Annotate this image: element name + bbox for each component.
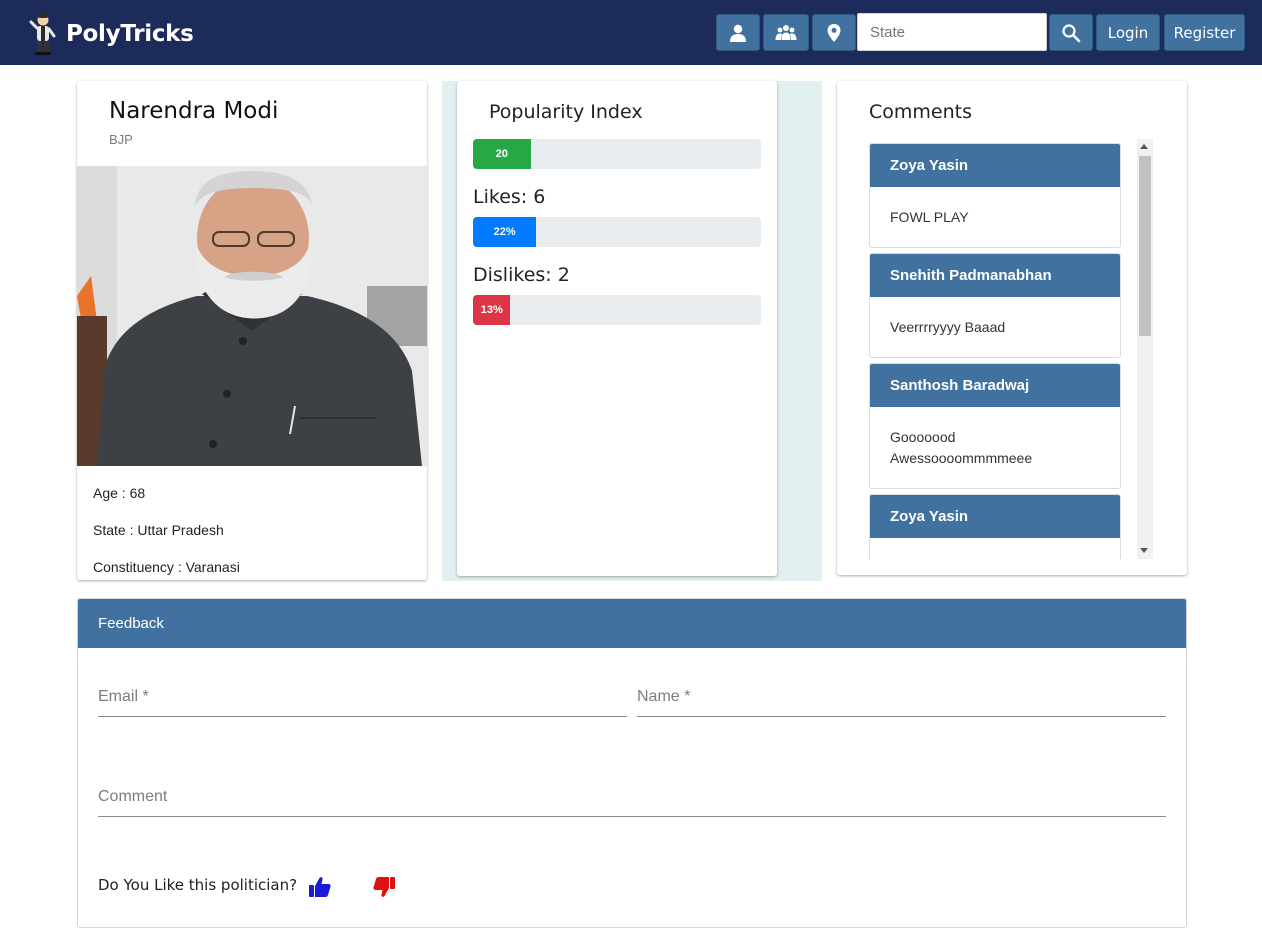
top-navbar: PolyTricks Login Register xyxy=(0,0,1262,65)
comment-text: Gooooood Awessoooommmmeee xyxy=(890,429,1033,466)
search-button[interactable] xyxy=(1049,14,1093,51)
comments-card: Comments Zoya Yasin FOWL PLAY Snehith Pa… xyxy=(837,81,1187,575)
person-icon xyxy=(730,24,746,42)
comment-author: Snehith Padmanabhan xyxy=(870,254,1120,297)
feedback-title: Feedback xyxy=(78,599,1186,648)
likes-bar: 22% xyxy=(473,217,761,247)
comment-field[interactable] xyxy=(98,777,1166,817)
brand-logo-icon xyxy=(29,14,56,55)
popularity-index-bar: 20 xyxy=(473,139,761,169)
comment-card: Zoya Yasin xyxy=(869,494,1121,559)
brand[interactable]: PolyTricks xyxy=(28,12,194,56)
popularity-index-fill: 20 xyxy=(473,139,531,169)
like-question: Do You Like this politician? xyxy=(98,876,298,894)
scroll-up-arrow-icon[interactable] xyxy=(1140,144,1148,149)
comments-scrollbar[interactable] xyxy=(1137,139,1153,559)
dislikes-count: Dislikes: 2 xyxy=(473,264,570,286)
parties-button[interactable] xyxy=(763,14,809,51)
comment-author: Zoya Yasin xyxy=(870,144,1120,187)
comment-text: Veerrrryyyy Baaad xyxy=(890,319,1006,335)
thumbs-up-icon[interactable] xyxy=(308,875,332,899)
comment-card: Snehith Padmanabhan Veerrrryyyy Baaad xyxy=(869,253,1121,358)
location-button[interactable] xyxy=(812,14,856,51)
comments-title: Comments xyxy=(869,101,972,123)
search-icon xyxy=(1062,23,1081,42)
scrollbar-thumb[interactable] xyxy=(1139,156,1151,336)
comment-card: Santhosh Baradwaj Gooooood Awessoooommmm… xyxy=(869,363,1121,489)
dislikes-bar: 13% xyxy=(473,295,761,325)
likes-count: Likes: 6 xyxy=(473,186,546,208)
popularity-card: Popularity Index 20 Likes: 6 22% Dislike… xyxy=(457,81,777,576)
group-icon xyxy=(775,24,797,40)
dislikes-fill: 13% xyxy=(473,295,511,325)
constituency-text: Constituency : Varanasi xyxy=(93,559,240,575)
popularity-title: Popularity Index xyxy=(489,101,643,123)
brand-name: PolyTricks xyxy=(66,21,194,47)
age-text: Age : 68 xyxy=(93,485,146,501)
feedback-form: Feedback Do You Like this politician? xyxy=(77,598,1187,928)
login-button[interactable]: Login xyxy=(1096,14,1160,51)
comment-card: Zoya Yasin FOWL PLAY xyxy=(869,143,1121,248)
comment-author: Zoya Yasin xyxy=(870,495,1120,538)
register-button[interactable]: Register xyxy=(1164,14,1245,51)
comment-text xyxy=(870,538,1120,558)
comment-text: FOWL PLAY xyxy=(890,209,969,225)
politician-name: Narendra Modi xyxy=(109,98,279,124)
politician-portrait xyxy=(77,166,427,466)
profile-card: Narendra Modi BJP Age : 68 State : Uttar… xyxy=(77,81,427,580)
comment-author: Santhosh Baradwaj xyxy=(870,364,1120,407)
email-field[interactable] xyxy=(98,677,627,717)
thumbs-down-icon[interactable] xyxy=(372,875,396,899)
comments-list[interactable]: Zoya Yasin FOWL PLAY Snehith Padmanabhan… xyxy=(869,139,1153,559)
location-pin-icon xyxy=(827,23,841,42)
politician-button[interactable] xyxy=(716,14,760,51)
scroll-down-arrow-icon[interactable] xyxy=(1140,548,1148,553)
name-field[interactable] xyxy=(637,677,1166,717)
likes-fill: 22% xyxy=(473,217,537,247)
state-search-input[interactable] xyxy=(857,13,1047,51)
state-text: State : Uttar Pradesh xyxy=(93,522,224,538)
politician-party: BJP xyxy=(109,132,133,147)
